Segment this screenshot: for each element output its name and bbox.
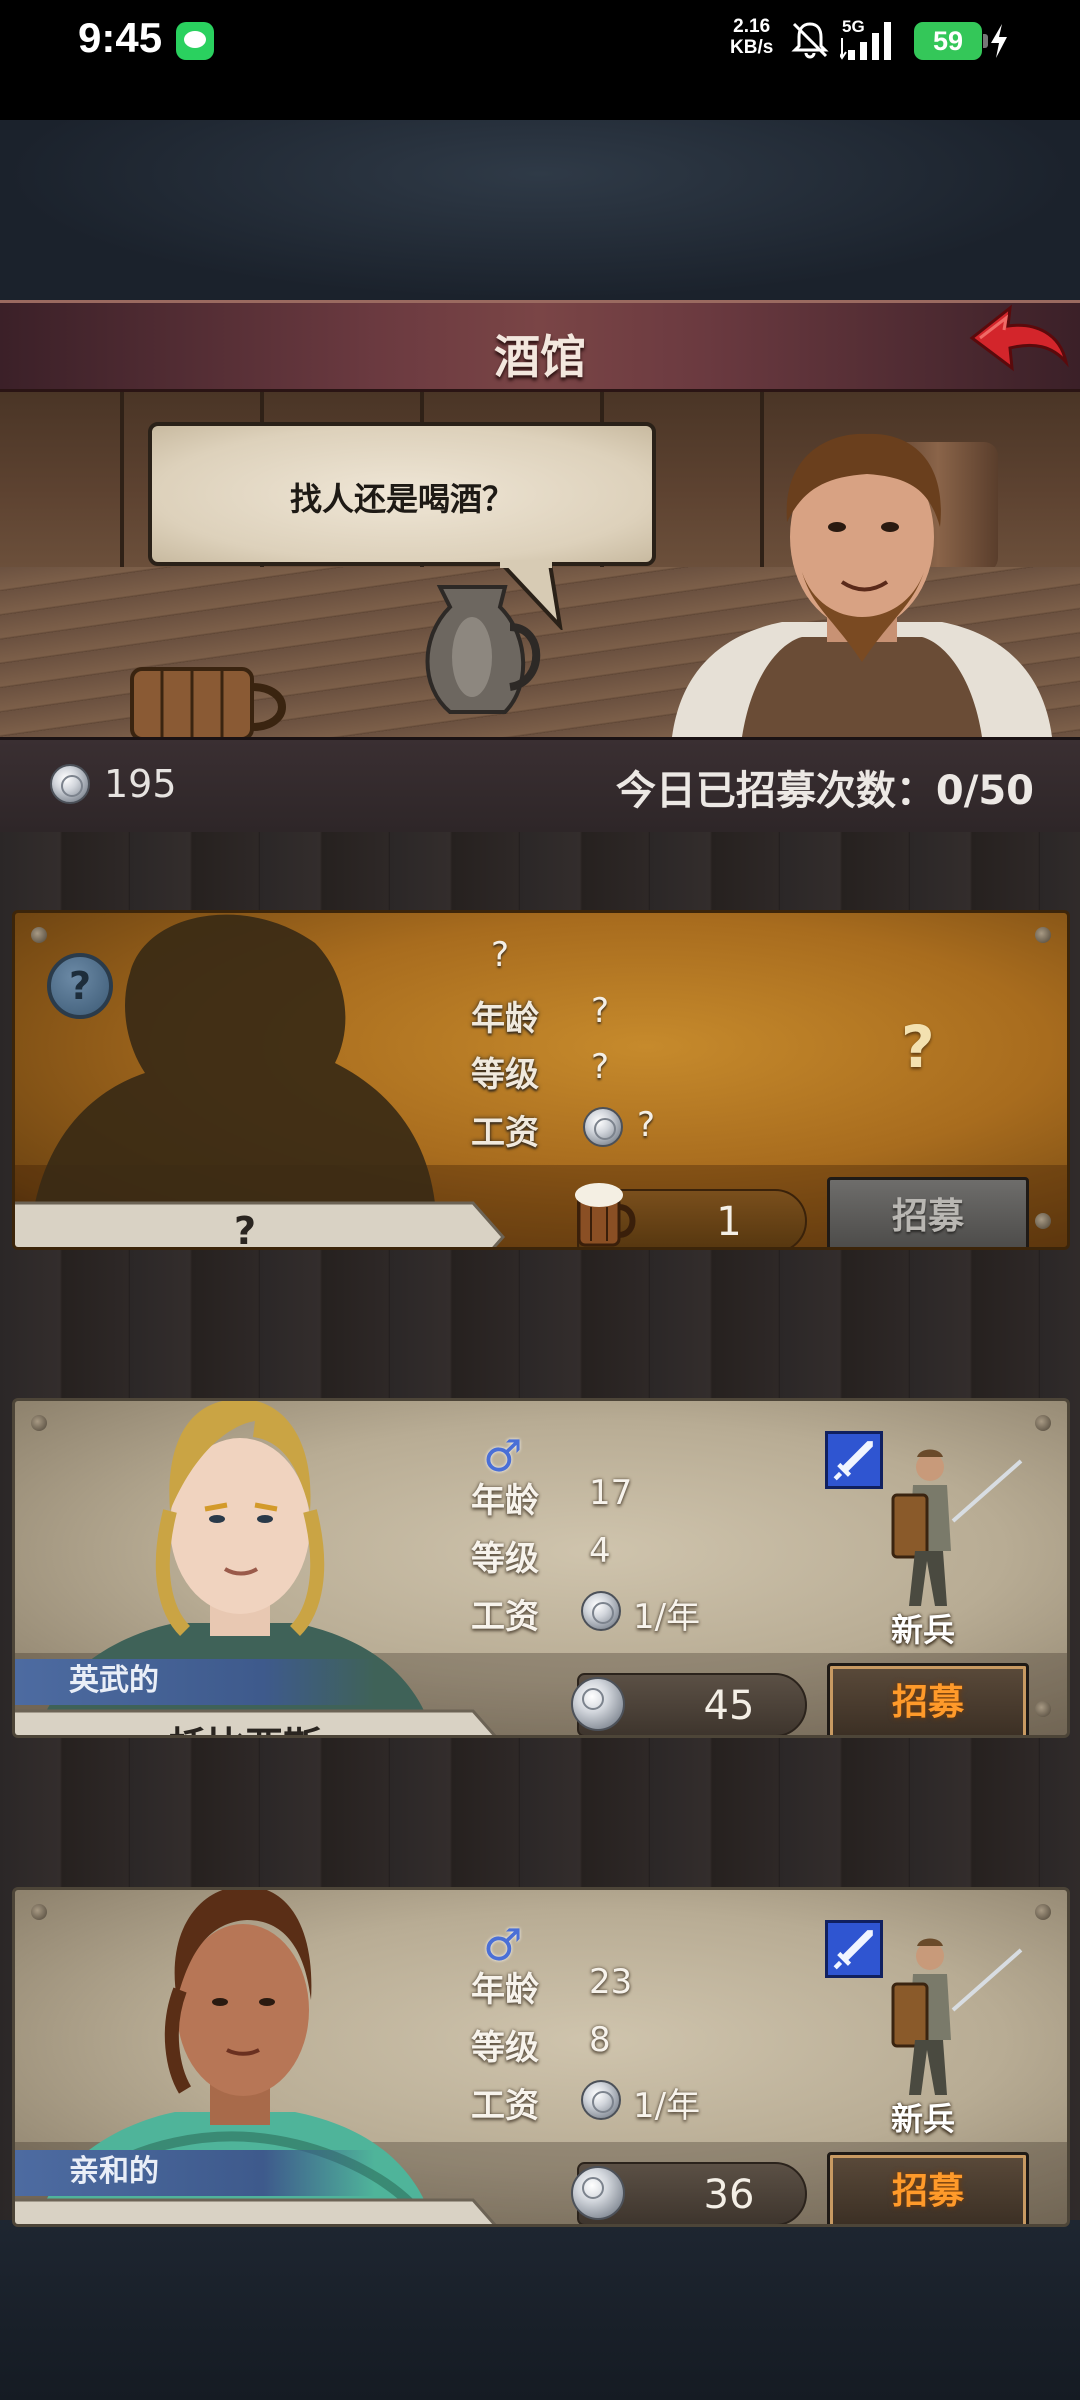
- status-bar: 9:45 2.16 KB/s 5G 59: [0, 0, 1080, 120]
- age-label: 年龄: [471, 999, 539, 1039]
- mute-icon: [791, 22, 829, 59]
- age-value: ?: [591, 991, 610, 1031]
- age-label: 年龄: [471, 1970, 539, 2010]
- age-label: 年龄: [471, 1481, 539, 1521]
- salary-label: 工资: [471, 1113, 539, 1153]
- cost-value: 36: [703, 2172, 755, 2218]
- level-value: 8: [589, 2020, 611, 2060]
- trait-tag: 亲和的: [15, 2150, 375, 2196]
- cost-value: 45: [703, 1683, 755, 1729]
- gender-value: ?: [491, 935, 510, 975]
- salary-label: 工资: [471, 2086, 539, 2126]
- back-arrow-icon[interactable]: [966, 300, 1070, 386]
- speech-text: 找人还是喝酒？: [289, 480, 514, 518]
- recruit-button[interactable]: 招募: [827, 2152, 1029, 2224]
- salary-value: 1/年: [633, 2086, 701, 2126]
- recruit-button[interactable]: 招募: [827, 1663, 1029, 1735]
- recruit-name: 托比亚斯: [15, 1715, 475, 1735]
- level-label: 等级: [471, 1539, 539, 1579]
- silver-coin-icon: [583, 1107, 623, 1147]
- silver-coin-icon: [571, 2166, 625, 2220]
- daily-recruit-count: 今日已招募次数：0/50: [615, 768, 1034, 814]
- title-bar: 酒馆: [0, 300, 1080, 392]
- bottom-nav-area: [0, 2220, 1080, 2400]
- charging-icon: [991, 24, 1007, 58]
- network-label: 5G: [842, 17, 865, 36]
- silver-coin-icon: [571, 1677, 625, 1731]
- bartender-portrait: [672, 433, 1052, 737]
- recruit-name: ?: [233, 1209, 257, 1250]
- wooden-mug-icon: [130, 667, 286, 737]
- class-unknown: ?: [901, 1013, 935, 1081]
- trait-tag: 英武的: [15, 1659, 375, 1705]
- level-value: 4: [589, 1531, 611, 1571]
- recruit-card: ♂ 年龄 23 等级 8 工资 1/年 新兵 亲和的 36 招募: [12, 1887, 1070, 2227]
- recruit-card: ♂ 年龄 17 等级 4 工资 1/年 新兵 英武的 托比亚斯 45 招募: [12, 1398, 1070, 1738]
- age-value: 17: [589, 1473, 633, 1513]
- beer-mug-icon: [575, 1183, 636, 1247]
- recruit-card-unknown: ? ? 年龄 ? 等级 ? 工资 ? ? ? 1 招募: [12, 910, 1070, 1250]
- salary-value: 1/年: [633, 1597, 701, 1637]
- soldier-figure: [891, 1938, 1023, 2095]
- silver-coin-icon: [50, 764, 90, 804]
- silver-coin-icon: [581, 2080, 621, 2120]
- page-title: 酒馆: [494, 330, 586, 384]
- class-label: 新兵: [891, 1611, 956, 1649]
- status-time: 9:45: [78, 14, 163, 61]
- soldier-figure: [891, 1449, 1023, 1606]
- salary-value: ?: [637, 1105, 656, 1145]
- level-value: ?: [591, 1047, 610, 1087]
- recruit-button[interactable]: 招募: [827, 1177, 1029, 1247]
- salary-label: 工资: [471, 1597, 539, 1637]
- message-icon: [176, 22, 214, 60]
- help-icon[interactable]: ?: [47, 953, 113, 1019]
- name-ribbon: [15, 2198, 497, 2224]
- info-bar: 195 今日已招募次数：0/50: [0, 737, 1080, 832]
- level-label: 等级: [471, 2028, 539, 2068]
- class-label: 新兵: [891, 2100, 956, 2138]
- signal-icon: 5G: [840, 17, 891, 60]
- cost-value: 1: [716, 1199, 742, 1245]
- battery-icon: 59: [914, 22, 988, 60]
- level-label: 等级: [471, 1055, 539, 1095]
- speech-bubble: 找人还是喝酒？: [148, 422, 656, 566]
- silver-amount: 195: [104, 762, 177, 806]
- speech-bubble-tail: [500, 560, 563, 630]
- age-value: 23: [589, 1962, 633, 2002]
- net-speed: 2.16 KB/s: [730, 16, 774, 58]
- silver-coin-icon: [581, 1591, 621, 1631]
- top-background: [0, 120, 1080, 300]
